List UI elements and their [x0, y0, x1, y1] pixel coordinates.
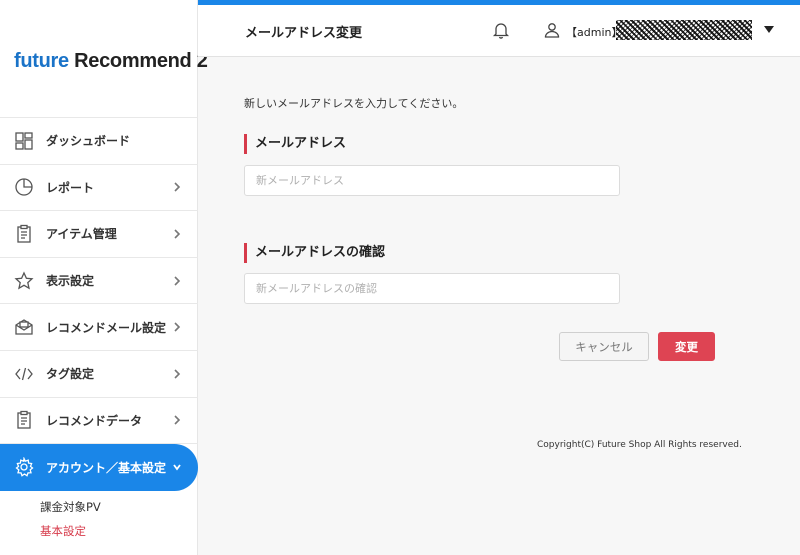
subnav-item-basic-settings[interactable]: 基本設定	[0, 519, 198, 543]
chevron-right-icon	[174, 415, 181, 425]
email-label: メールアドレス	[244, 134, 346, 154]
chevron-right-icon	[174, 229, 181, 239]
bell-icon[interactable]	[492, 21, 510, 39]
header: メールアドレス変更 【admin】	[198, 5, 800, 57]
sidebar-item-label: レポート	[46, 180, 95, 195]
sidebar-item-dashboard[interactable]: ダッシュボード	[0, 118, 198, 165]
sidebar-item-label: ダッシュボード	[46, 134, 131, 149]
sidebar-item-label: レコメンドメール設定	[46, 320, 167, 335]
cancel-button[interactable]: キャンセル	[559, 332, 649, 361]
sidebar-item-display-settings[interactable]: 表示設定	[0, 258, 198, 305]
sidebar-item-label: タグ設定	[46, 367, 95, 382]
sidebar-item-tag-settings[interactable]: タグ設定	[0, 351, 198, 398]
sidebar-item-label: 表示設定	[46, 274, 95, 289]
gear-icon	[14, 457, 34, 478]
user-name-redacted	[616, 20, 752, 40]
pie-chart-icon	[14, 177, 34, 197]
sidebar-item-recommend-data[interactable]: レコメンドデータ	[0, 398, 198, 445]
sidebar-nav: ダッシュボード レポート アイテム管理 表示設定 レコメンドメール設定 タグ設定…	[0, 117, 198, 491]
sidebar-item-label: アカウント／基本設定	[46, 460, 167, 475]
chevron-down-icon	[173, 464, 181, 471]
caret-down-icon[interactable]	[764, 26, 774, 34]
sidebar-subnav: 課金対象PV 基本設定	[0, 495, 198, 543]
sidebar-item-item-management[interactable]: アイテム管理	[0, 211, 198, 258]
sidebar-item-label: レコメンドデータ	[46, 413, 143, 428]
chevron-right-icon	[174, 369, 181, 379]
copyright-text: Copyright(C) Future Shop All Rights rese…	[537, 440, 742, 450]
email-input[interactable]	[244, 165, 620, 196]
user-role-label: 【admin】	[566, 26, 623, 39]
sidebar-item-recommend-mail[interactable]: レコメンドメール設定	[0, 304, 198, 351]
intro-text: 新しいメールアドレスを入力してください。	[244, 97, 464, 110]
mail-icon	[14, 317, 34, 337]
sidebar-item-report[interactable]: レポート	[0, 165, 198, 212]
sidebar: future Recommend 2 ダッシュボード レポート アイテム管理 表…	[0, 0, 208, 555]
email-confirm-label: メールアドレスの確認	[244, 243, 385, 263]
code-icon	[14, 364, 34, 384]
star-icon	[14, 271, 34, 291]
app-logo[interactable]: future Recommend 2	[14, 50, 208, 73]
chevron-right-icon	[174, 276, 181, 286]
clipboard-icon	[14, 410, 34, 430]
chevron-right-icon	[174, 182, 181, 192]
sidebar-item-label: アイテム管理	[46, 227, 117, 242]
logo-part-future: future	[14, 50, 69, 72]
logo-part-recommend: Recommend 2	[74, 50, 208, 72]
user-icon[interactable]	[544, 22, 560, 38]
sidebar-item-account-settings[interactable]: アカウント／基本設定	[0, 444, 198, 491]
chevron-right-icon	[174, 322, 181, 332]
clipboard-icon	[14, 224, 34, 244]
page-title: メールアドレス変更	[245, 26, 363, 41]
change-button[interactable]: 変更	[658, 332, 715, 361]
subnav-item-billing-pv[interactable]: 課金対象PV	[0, 495, 198, 519]
email-confirm-input[interactable]	[244, 273, 620, 304]
dashboard-icon	[14, 131, 34, 151]
